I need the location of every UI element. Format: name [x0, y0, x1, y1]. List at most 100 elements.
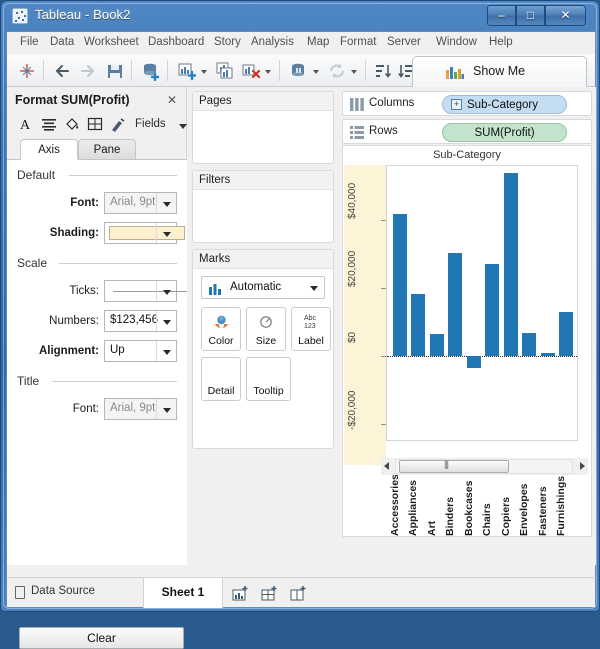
scroll-left-icon[interactable] — [384, 462, 389, 470]
pages-card[interactable]: Pages — [192, 91, 334, 164]
menu-analysis[interactable]: Analysis — [246, 35, 299, 52]
font-combo[interactable]: Arial, 9pt — [104, 192, 177, 214]
scrollbar-thumb[interactable] — [399, 460, 509, 473]
marks-tooltip-button[interactable]: Tooltip — [246, 357, 291, 401]
font-icon[interactable]: A — [17, 115, 35, 133]
columns-label: Columns — [369, 97, 414, 109]
alignment-icon[interactable] — [40, 115, 58, 133]
tableau-window: Tableau - Book2 – □ ✕ File Data Workshee… — [0, 0, 600, 612]
xlabel-art: Art — [426, 466, 440, 536]
fields-dropdown[interactable]: Fields — [135, 118, 166, 130]
lines-icon[interactable] — [109, 115, 127, 133]
chevron-down-icon[interactable] — [201, 70, 207, 74]
menu-window[interactable]: Window — [431, 35, 482, 52]
title-font-combo[interactable]: Arial, 9pt — [104, 398, 177, 420]
menu-dashboard[interactable]: Dashboard — [143, 35, 209, 52]
marks-size-label: Size — [247, 335, 285, 347]
xlabel-fasteners: Fasteners — [537, 466, 551, 536]
ytick-label-n20000: -$20,000 — [347, 374, 361, 446]
shading-icon[interactable] — [63, 115, 81, 133]
chevron-down-icon[interactable] — [265, 70, 271, 74]
menu-format[interactable]: Format — [335, 35, 381, 52]
close-button[interactable]: ✕ — [545, 5, 586, 26]
marks-type-dropdown[interactable]: Automatic — [201, 276, 325, 299]
sheet-tab-sheet1[interactable]: Sheet 1 — [143, 578, 223, 608]
sort-ascending-icon[interactable] — [373, 61, 393, 81]
menu-help[interactable]: Help — [484, 35, 518, 52]
bar-fasteners[interactable] — [541, 353, 555, 356]
bar-art[interactable] — [430, 334, 444, 356]
columns-shelf[interactable]: Columns + Sub-Category — [342, 91, 592, 116]
chevron-down-icon[interactable] — [156, 341, 176, 361]
rows-shelf[interactable]: Rows SUM(Profit) — [342, 119, 592, 144]
menu-story[interactable]: Story — [209, 35, 246, 52]
bar-appliances[interactable] — [411, 294, 425, 356]
menu-file[interactable]: File — [15, 35, 44, 52]
marks-card: Marks Automatic — [192, 249, 334, 449]
bar-accessories[interactable] — [393, 214, 407, 356]
new-story-icon[interactable] — [290, 586, 307, 601]
data-source-icon[interactable] — [15, 586, 25, 599]
bar-envelopes[interactable] — [522, 333, 536, 356]
marks-size-button[interactable]: Size — [246, 307, 286, 351]
chevron-down-icon[interactable] — [179, 124, 187, 129]
pill-sum-profit[interactable]: SUM(Profit) — [442, 123, 567, 142]
new-dashboard-icon[interactable] — [261, 586, 278, 601]
clear-button[interactable]: Clear — [19, 627, 184, 649]
chevron-down-icon[interactable] — [156, 399, 176, 419]
marks-detail-button[interactable]: Detail — [201, 357, 241, 401]
chevron-down-icon[interactable] — [156, 311, 176, 331]
marks-color-button[interactable]: Color — [201, 307, 241, 351]
horizontal-scrollbar[interactable] — [381, 458, 588, 475]
bar-binders[interactable] — [448, 253, 462, 356]
bar-furnishings[interactable] — [559, 312, 573, 356]
columns-icon — [350, 98, 364, 116]
menu-worksheet[interactable]: Worksheet — [79, 35, 144, 52]
data-source-tab[interactable]: Data Source — [31, 585, 95, 597]
alignment-field-label: Alignment: — [21, 345, 99, 357]
format-panel-title: Format SUM(Profit) — [15, 93, 130, 107]
chevron-down-icon[interactable] — [156, 281, 176, 301]
tab-axis[interactable]: Axis — [20, 139, 78, 160]
shading-combo[interactable] — [104, 222, 177, 244]
bar-copiers[interactable] — [504, 173, 518, 356]
alignment-combo[interactable]: Up — [104, 340, 177, 362]
expand-icon[interactable]: + — [451, 99, 462, 110]
menu-server[interactable]: Server — [382, 35, 426, 52]
marks-label-button[interactable]: Abc 123 Label — [291, 307, 331, 351]
bar-bookcases[interactable] — [467, 356, 481, 368]
ytick-label-40000: $40,000 — [347, 170, 361, 232]
swap-rows-columns-icon[interactable] — [289, 61, 309, 81]
bar-chairs[interactable] — [485, 264, 499, 356]
clear-sheet-icon[interactable] — [241, 61, 261, 81]
close-icon[interactable]: ✕ — [167, 93, 177, 107]
tab-pane[interactable]: Pane — [78, 139, 136, 160]
menu-data[interactable]: Data — [45, 35, 79, 52]
chevron-down-icon[interactable] — [156, 193, 176, 213]
zero-baseline — [387, 356, 577, 357]
minimize-button[interactable]: – — [487, 5, 516, 26]
borders-icon[interactable] — [86, 115, 104, 133]
scroll-right-icon[interactable] — [580, 462, 585, 470]
numbers-combo[interactable]: $123,456 — [104, 310, 177, 332]
new-data-source-icon[interactable] — [141, 61, 161, 81]
show-me-label: Show Me — [473, 64, 525, 78]
maximize-button[interactable]: □ — [516, 5, 545, 26]
save-icon[interactable] — [105, 61, 125, 81]
tableau-home-icon[interactable] — [17, 61, 37, 81]
undo-icon[interactable] — [53, 61, 73, 81]
new-worksheet-icon[interactable] — [177, 61, 197, 81]
chevron-down-icon[interactable] — [310, 286, 318, 291]
pill-sub-category[interactable]: + Sub-Category — [442, 95, 567, 114]
section-default-label: Default — [17, 168, 55, 182]
menu-bar: File Data Worksheet Dashboard Story Anal… — [7, 32, 595, 54]
filters-card[interactable]: Filters — [192, 170, 334, 243]
new-worksheet-icon[interactable] — [232, 586, 249, 601]
chevron-down-icon[interactable] — [156, 223, 176, 243]
chevron-down-icon[interactable] — [313, 70, 319, 74]
ticks-combo[interactable] — [104, 280, 177, 302]
show-me-button[interactable]: Show Me — [412, 56, 587, 87]
menu-map[interactable]: Map — [302, 35, 334, 52]
duplicate-sheet-icon[interactable] — [215, 61, 235, 81]
svg-text:A: A — [20, 118, 31, 133]
